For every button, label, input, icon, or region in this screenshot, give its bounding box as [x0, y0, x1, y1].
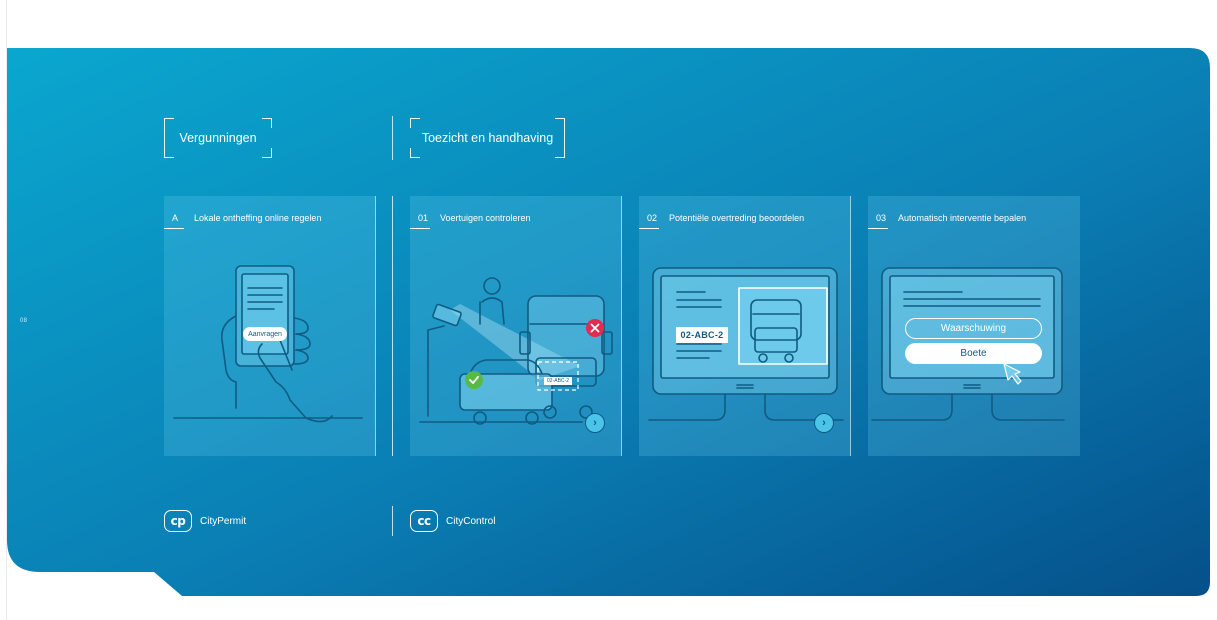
hand-phone-illustration [173, 265, 363, 423]
card-underline [164, 228, 184, 229]
page-number: 08 [20, 318, 28, 324]
card-step: 01 [418, 213, 429, 223]
apply-button[interactable]: Aanvragen [243, 327, 287, 341]
brand-name: CityPermit [200, 515, 247, 527]
card-title: Potentiële overtreding beoordelen [669, 213, 805, 223]
warning-option[interactable]: Waarschuwing [905, 318, 1042, 339]
card-determine-intervention: 03 Automatisch interventie bepalen Waars… [868, 196, 1080, 456]
card-underline [410, 228, 430, 229]
section-divider-middle [392, 196, 393, 456]
card-step: A [172, 213, 179, 223]
section-divider-bottom [392, 506, 393, 536]
brand-citypermit: cp CityPermit [164, 510, 246, 532]
flow-arrow-icon: › [814, 413, 834, 433]
scanned-plate: 02-ABC-2 [544, 377, 572, 385]
flow-arrow-icon: › [585, 413, 605, 433]
card-title: Lokale ontheffing online regelen [194, 213, 322, 223]
approved-check-icon [465, 371, 483, 389]
card-underline [868, 228, 888, 229]
card-local-permit: A Lokale ontheffing online regelen Aanvr… [164, 196, 376, 456]
license-plate: 02-ABC-2 [676, 327, 728, 343]
fine-option[interactable]: Boete [905, 343, 1042, 364]
card-underline [639, 228, 659, 229]
brand-citycontrol: cc CityControl [410, 510, 495, 532]
card-title: Voertuigen controleren [440, 213, 531, 223]
tag-toezicht: Toezicht en handhaving [410, 118, 565, 158]
section-title-enforcement: Toezicht en handhaving [421, 131, 554, 145]
card-title: Automatisch interventie bepalen [898, 213, 1027, 223]
card-step: 03 [876, 213, 887, 223]
citycontrol-logo: cc [410, 510, 438, 532]
section-title-permits: Vergunningen [179, 131, 257, 145]
card-step: 02 [647, 213, 658, 223]
section-divider-top [392, 116, 393, 160]
citypermit-logo: cp [164, 510, 192, 532]
tag-vergunningen: Vergunningen [164, 118, 272, 158]
brand-name: CityControl [446, 515, 496, 527]
